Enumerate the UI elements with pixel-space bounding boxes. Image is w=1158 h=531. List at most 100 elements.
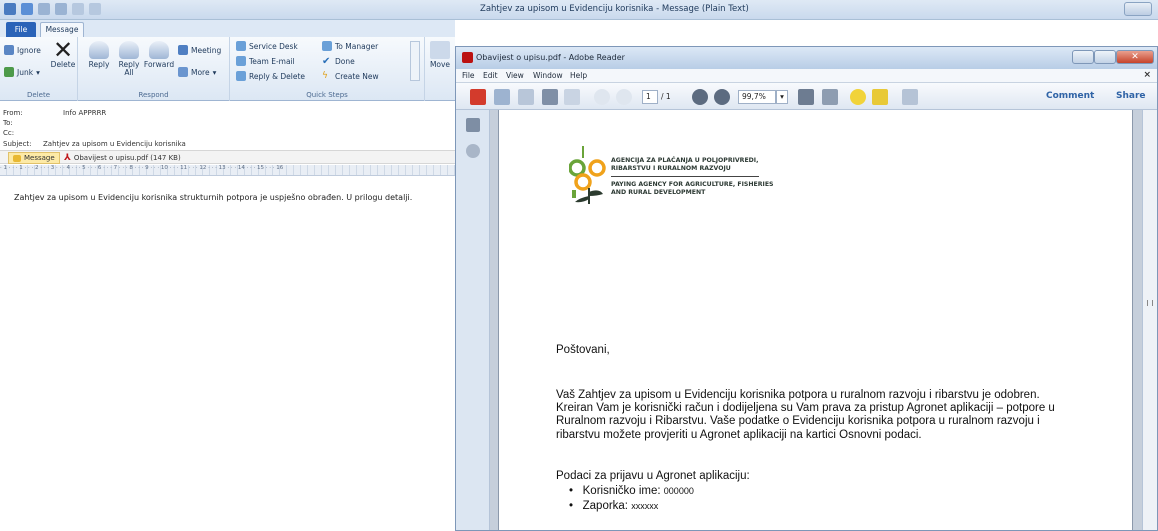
ribbon-tabs: File Message	[0, 20, 455, 37]
highlight-icon[interactable]	[872, 89, 888, 105]
message-attachment-tab[interactable]: Message	[8, 152, 60, 164]
tab-file[interactable]: File	[6, 22, 36, 37]
zoom-in-icon[interactable]	[714, 89, 730, 105]
done-button[interactable]: ✔ Done	[322, 56, 355, 67]
zoom-out-icon[interactable]	[692, 89, 708, 105]
menu-help[interactable]: Help	[570, 71, 587, 80]
quick-steps-scroll[interactable]	[410, 41, 420, 81]
service-desk-label: Service Desk	[249, 41, 298, 51]
reader-toolbar: 1 / 1 99,7% ▾ Comment Share	[456, 83, 1157, 110]
team-email-button[interactable]: Team E-mail	[236, 56, 295, 66]
from-value[interactable]: Info APPRRR	[63, 109, 106, 117]
ribbon-group-respond: Reply Reply All Forward Meeting More ▾ R…	[78, 37, 230, 101]
menu-view[interactable]: View	[506, 71, 524, 80]
minimize-button[interactable]	[1072, 50, 1094, 64]
forward-button[interactable]: Forward	[144, 41, 174, 69]
maximize-button[interactable]	[1094, 50, 1116, 64]
reply-delete-label: Reply & Delete	[249, 71, 306, 81]
create-new-button[interactable]: ϟ Create New	[322, 71, 379, 81]
outlook-app-icon[interactable]	[4, 3, 16, 15]
subject-row: Subject: Zahtjev za upisom u Evidenciju …	[3, 140, 186, 148]
scroll-grip-icon[interactable]	[1147, 300, 1153, 306]
quick-access-toolbar	[4, 3, 101, 15]
delete-button[interactable]: ✕ Delete	[48, 38, 78, 69]
forward-label: Forward	[143, 60, 175, 69]
email-icon[interactable]	[564, 89, 580, 105]
cc-row: Cc:	[3, 129, 14, 137]
to-manager-label: To Manager	[335, 41, 379, 51]
login-data-title: Podaci za prijavu u Agronet aplikaciju:	[556, 470, 750, 482]
message-body-text: Zahtjev za upisom u Evidenciju korisnika…	[14, 193, 413, 202]
chevron-down-icon: ▾	[36, 67, 40, 77]
message-header: From: Info APPRRR To: Cc: Subject: Zahtj…	[0, 102, 455, 150]
redo-icon[interactable]	[55, 3, 67, 15]
print-icon[interactable]	[542, 89, 558, 105]
attachments-paperclip-icon[interactable]	[466, 144, 480, 158]
junk-icon	[4, 67, 14, 77]
page-thumbnails-icon[interactable]	[466, 118, 480, 132]
fit-width-icon[interactable]	[822, 89, 838, 105]
username-value: 000000	[663, 486, 694, 496]
service-desk-button[interactable]: Service Desk	[236, 41, 298, 51]
save-icon[interactable]	[518, 89, 534, 105]
open-icon[interactable]	[494, 89, 510, 105]
document-area: AGENCIJA ZA PLAĆANJA U POLJOPRIVREDI, RI…	[490, 110, 1157, 530]
menu-file[interactable]: File	[462, 71, 475, 80]
menu-window[interactable]: Window	[533, 71, 563, 80]
down-arrow-icon[interactable]	[89, 3, 101, 15]
reply-button[interactable]: Reply	[84, 41, 114, 69]
to-manager-button[interactable]: To Manager	[322, 41, 378, 51]
sticky-note-icon[interactable]	[850, 89, 866, 105]
reply-label: Reply	[88, 60, 110, 69]
document-close-icon[interactable]: ×	[1143, 70, 1151, 80]
tab-message[interactable]: Message	[40, 22, 84, 37]
done-label: Done	[335, 57, 355, 66]
cc-label: Cc:	[3, 129, 15, 137]
subject-label: Subject:	[3, 140, 32, 148]
ignore-button[interactable]: Ignore	[4, 45, 41, 55]
username-item: • Korisničko ime: 000000	[569, 485, 694, 497]
password-value: xxxxxx	[631, 501, 659, 511]
page-number-input[interactable]: 1	[642, 90, 658, 104]
close-button[interactable]: ✕	[1116, 50, 1154, 64]
previous-page-icon[interactable]	[594, 89, 610, 105]
reply-all-label: Reply All	[118, 60, 140, 77]
reply-all-icon	[119, 41, 139, 59]
junk-button[interactable]: Junk ▾	[4, 67, 40, 77]
service-desk-icon	[236, 41, 246, 51]
logo-line-4: AND RURAL DEVELOPMENT	[611, 189, 706, 196]
move-label: Move	[429, 60, 451, 69]
menu-edit[interactable]: Edit	[483, 71, 498, 80]
vertical-scrollbar[interactable]	[1142, 110, 1157, 530]
up-arrow-icon[interactable]	[72, 3, 84, 15]
reply-all-button[interactable]: Reply All	[114, 41, 144, 77]
subject-value: Zahtjev za upisom u Evidenciju korisnika	[43, 140, 186, 148]
logo-line-2: RIBARSTVU I RURALNOM RAZVOJU	[611, 165, 731, 172]
save-icon[interactable]	[21, 3, 33, 15]
message-body[interactable]: Zahtjev za upisom u Evidenciju korisnika…	[0, 177, 455, 531]
to-label: To:	[3, 119, 13, 127]
reply-delete-button[interactable]: Reply & Delete	[236, 71, 305, 81]
more-icon	[178, 67, 188, 77]
share-button[interactable]: Share	[1116, 91, 1146, 101]
meeting-button[interactable]: Meeting	[178, 45, 221, 55]
more-button[interactable]: More ▾	[178, 67, 216, 77]
expand-icon[interactable]	[902, 89, 918, 105]
fit-page-icon[interactable]	[798, 89, 814, 105]
zoom-dropdown-chevron-icon[interactable]: ▾	[776, 90, 788, 104]
logo-line-1: AGENCIJA ZA PLAĆANJA U POLJOPRIVREDI,	[611, 157, 759, 164]
meeting-label: Meeting	[191, 45, 222, 55]
calendar-icon	[178, 45, 188, 55]
outlook-window-controls[interactable]	[1124, 2, 1152, 16]
next-page-icon[interactable]	[616, 89, 632, 105]
comment-button[interactable]: Comment	[1046, 91, 1094, 101]
quick-steps-group-label: Quick Steps	[306, 91, 348, 99]
zoom-input[interactable]: 99,7%	[738, 90, 776, 104]
pdf-attachment[interactable]: ⅄ Obavijest o upisu.pdf (147 KB)	[64, 153, 181, 163]
reader-window-title: Obavijest o upisu.pdf - Adobe Reader	[476, 53, 625, 62]
create-pdf-icon[interactable]	[470, 89, 486, 105]
undo-icon[interactable]	[38, 3, 50, 15]
message-tab-label: Message	[24, 154, 55, 162]
move-button[interactable]: Move	[427, 41, 453, 69]
page-total: / 1	[661, 92, 671, 101]
